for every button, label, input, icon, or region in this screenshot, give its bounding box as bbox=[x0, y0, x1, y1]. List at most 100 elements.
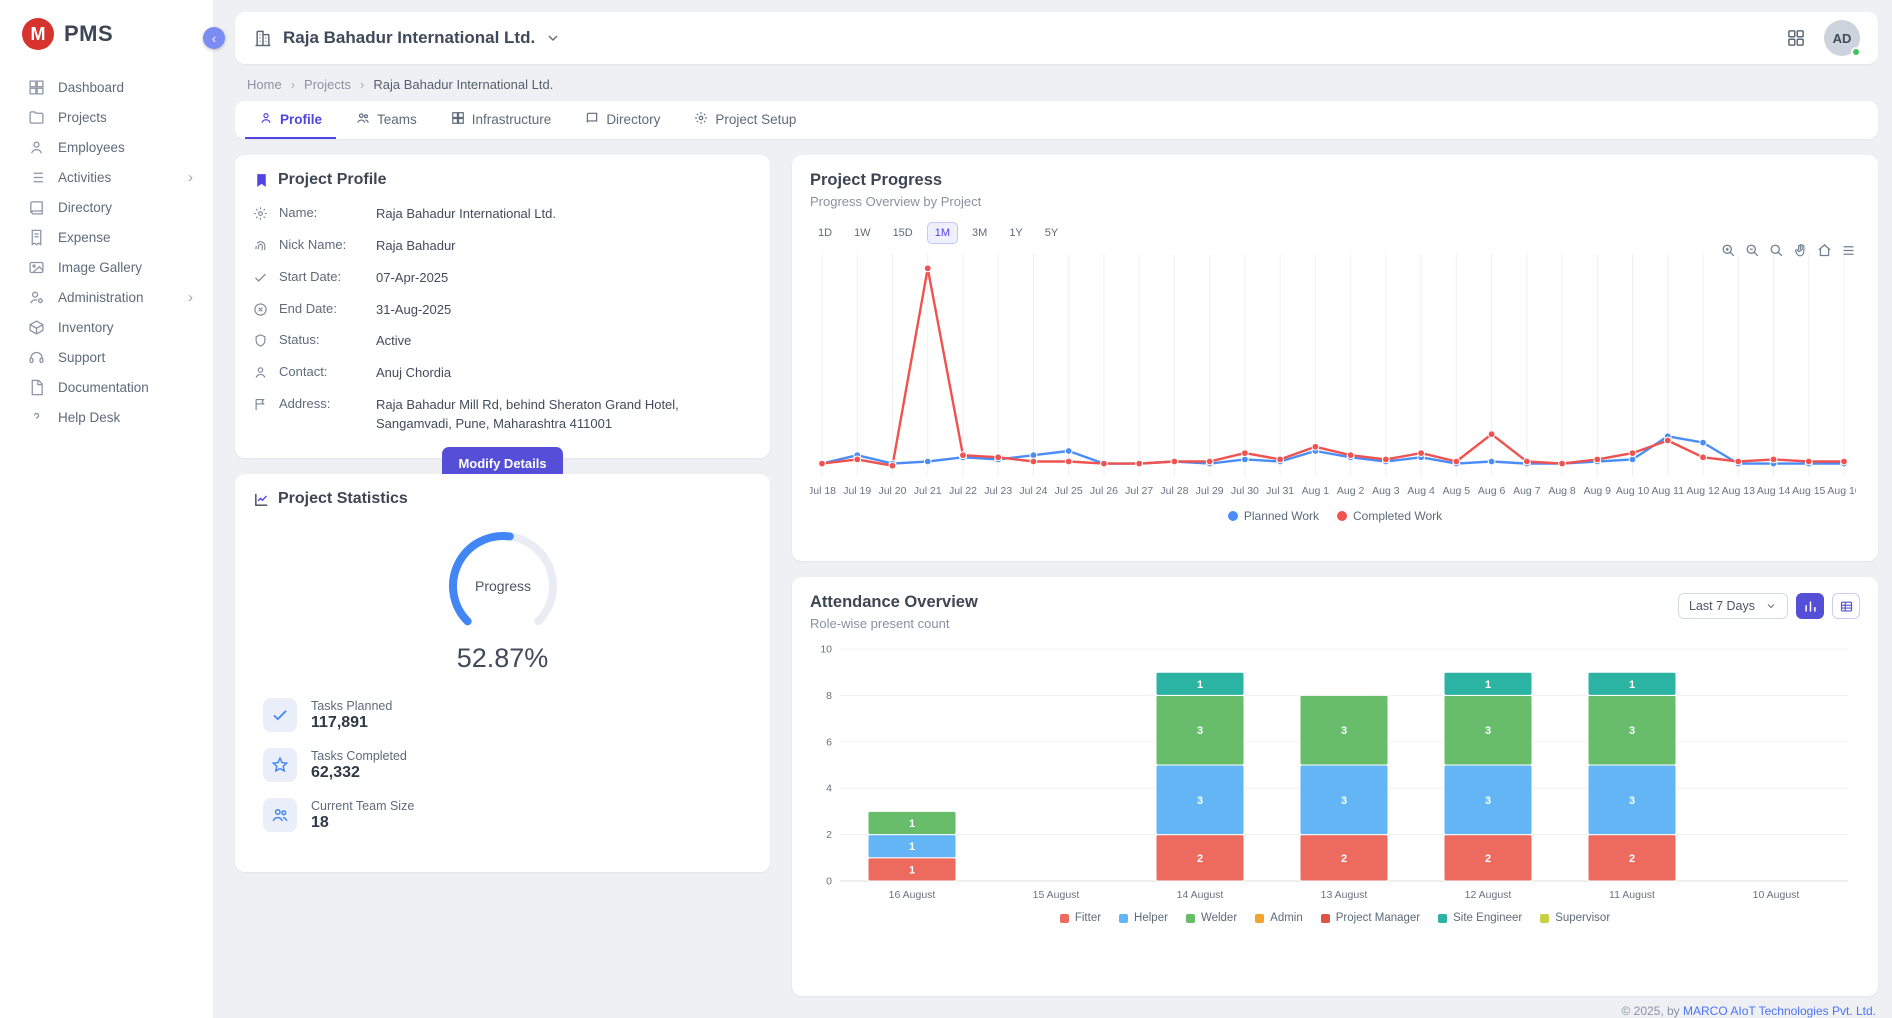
chevron-right-icon: › bbox=[291, 77, 295, 92]
stat-value: 62,332 bbox=[311, 764, 407, 782]
main-content: Raja Bahadur International Ltd. AD Home … bbox=[214, 0, 1892, 1018]
field-label: Status: bbox=[279, 332, 365, 347]
range-button-1w[interactable]: 1W bbox=[846, 222, 879, 244]
progress-chart[interactable]: Jul 18Jul 19Jul 20Jul 21Jul 22Jul 23Jul … bbox=[810, 248, 1860, 505]
date-range-select[interactable]: Last 7 Days bbox=[1678, 593, 1788, 619]
stat-value: 117,891 bbox=[311, 714, 392, 732]
sidebar-item-support[interactable]: Support bbox=[0, 342, 213, 372]
svg-text:Jul 23: Jul 23 bbox=[984, 485, 1012, 497]
legend-item[interactable]: Planned Work bbox=[1228, 509, 1319, 523]
sidebar-item-projects[interactable]: Projects bbox=[0, 102, 213, 132]
avatar-initials: AD bbox=[1833, 31, 1852, 46]
svg-text:3: 3 bbox=[1485, 725, 1491, 737]
sidebar-item-documentation[interactable]: Documentation bbox=[0, 372, 213, 402]
range-button-1y[interactable]: 1Y bbox=[1001, 222, 1030, 244]
range-button-5y[interactable]: 5Y bbox=[1037, 222, 1066, 244]
sidebar-item-expense[interactable]: Expense bbox=[0, 222, 213, 252]
sidebar-item-directory[interactable]: Directory bbox=[0, 192, 213, 222]
help-icon bbox=[28, 409, 45, 426]
zoom-in-icon[interactable] bbox=[1721, 243, 1736, 258]
company-selector[interactable]: Raja Bahadur International Ltd. bbox=[253, 28, 561, 48]
svg-text:2: 2 bbox=[1341, 853, 1347, 865]
legend-item[interactable]: Welder bbox=[1186, 912, 1237, 924]
profile-tab-icon bbox=[259, 111, 273, 128]
stat-label: Tasks Completed bbox=[311, 749, 407, 763]
svg-text:1: 1 bbox=[909, 864, 915, 876]
legend-item[interactable]: Helper bbox=[1119, 912, 1168, 924]
svg-text:Aug 16: Aug 16 bbox=[1827, 485, 1856, 497]
fingerprint-icon bbox=[253, 238, 268, 253]
range-button-15d[interactable]: 15D bbox=[885, 222, 921, 244]
legend-item[interactable]: Project Manager bbox=[1321, 912, 1420, 924]
pan-icon[interactable] bbox=[1793, 243, 1808, 258]
infrastructure-tab-icon bbox=[451, 111, 465, 128]
sidebar-item-inventory[interactable]: Inventory bbox=[0, 312, 213, 342]
range-button-1m[interactable]: 1M bbox=[927, 222, 958, 244]
card-title: Project Progress bbox=[810, 171, 1860, 190]
stat-value: 18 bbox=[311, 814, 414, 832]
table-view-button[interactable] bbox=[1832, 593, 1860, 619]
logo[interactable]: M PMS bbox=[0, 0, 213, 64]
svg-text:1: 1 bbox=[1485, 679, 1491, 691]
sidebar-item-label: Support bbox=[58, 350, 105, 365]
selection-zoom-icon[interactable] bbox=[1769, 243, 1784, 258]
sidebar-item-activities[interactable]: Activities › bbox=[0, 162, 213, 192]
field-name: Name: Raja Bahadur International Ltd. bbox=[253, 205, 752, 224]
sidebar-item-help-desk[interactable]: Help Desk bbox=[0, 402, 213, 432]
zoom-out-icon[interactable] bbox=[1745, 243, 1760, 258]
project-progress-card: Project Progress Progress Overview by Pr… bbox=[792, 155, 1878, 561]
svg-text:2: 2 bbox=[1197, 853, 1203, 865]
project-profile-card: Project Profile Name: Raja Bahadur Inter… bbox=[235, 155, 770, 458]
apps-grid-icon[interactable] bbox=[1786, 28, 1806, 48]
document-icon bbox=[28, 379, 45, 396]
legend-item[interactable]: Completed Work bbox=[1337, 509, 1442, 523]
svg-text:10 August: 10 August bbox=[1753, 889, 1800, 901]
svg-text:Aug 4: Aug 4 bbox=[1407, 485, 1435, 497]
sidebar-collapse-button[interactable]: ‹ bbox=[203, 27, 225, 49]
sidebar-item-employees[interactable]: Employees bbox=[0, 132, 213, 162]
headset-icon bbox=[28, 349, 45, 366]
sidebar-item-dashboard[interactable]: Dashboard bbox=[0, 72, 213, 102]
bookmark-icon bbox=[253, 172, 270, 189]
sidebar-item-image-gallery[interactable]: Image Gallery bbox=[0, 252, 213, 282]
home-icon[interactable] bbox=[1817, 243, 1832, 258]
sidebar-item-label: Inventory bbox=[58, 320, 114, 335]
svg-text:Aug 2: Aug 2 bbox=[1337, 485, 1365, 497]
range-button-1d[interactable]: 1D bbox=[810, 222, 840, 244]
tab-label: Project Setup bbox=[715, 112, 796, 127]
sidebar-item-label: Activities bbox=[58, 170, 111, 185]
breadcrumb-projects[interactable]: Projects bbox=[304, 77, 351, 92]
tab-directory[interactable]: Directory bbox=[571, 101, 674, 139]
range-button-3m[interactable]: 3M bbox=[964, 222, 995, 244]
sidebar-item-label: Help Desk bbox=[58, 410, 120, 425]
legend-item[interactable]: Site Engineer bbox=[1438, 912, 1522, 924]
menu-icon[interactable] bbox=[1841, 243, 1856, 258]
chart-view-button[interactable] bbox=[1796, 593, 1824, 619]
legend-item[interactable]: Supervisor bbox=[1540, 912, 1610, 924]
svg-text:Jul 22: Jul 22 bbox=[949, 485, 977, 497]
avatar[interactable]: AD bbox=[1824, 20, 1860, 56]
card-title: Attendance Overview bbox=[810, 593, 978, 612]
tab-profile[interactable]: Profile bbox=[245, 101, 336, 139]
profile-fields: Name: Raja Bahadur International Ltd. Ni… bbox=[253, 205, 752, 434]
tab-project-setup[interactable]: Project Setup bbox=[680, 101, 810, 139]
footer-company-link[interactable]: MARCO AIoT Technologies Pvt. Ltd. bbox=[1683, 1004, 1876, 1018]
field-value: 31-Aug-2025 bbox=[376, 301, 451, 320]
chevron-down-icon bbox=[1765, 600, 1777, 612]
stat-label: Tasks Planned bbox=[311, 699, 392, 713]
svg-text:Jul 30: Jul 30 bbox=[1231, 485, 1259, 497]
breadcrumb-home[interactable]: Home bbox=[247, 77, 282, 92]
attendance-chart[interactable]: 024681011116 August15 August233114 Augus… bbox=[810, 639, 1860, 910]
directory-tab-icon bbox=[585, 111, 599, 128]
people-icon bbox=[263, 798, 297, 832]
svg-text:Progress: Progress bbox=[474, 578, 530, 594]
svg-text:16 August: 16 August bbox=[889, 889, 936, 901]
person-icon bbox=[28, 139, 45, 156]
tab-infrastructure[interactable]: Infrastructure bbox=[437, 101, 566, 139]
check-icon bbox=[253, 270, 268, 285]
sidebar-item-administration[interactable]: Administration › bbox=[0, 282, 213, 312]
legend-item[interactable]: Admin bbox=[1255, 912, 1303, 924]
legend-item[interactable]: Fitter bbox=[1060, 912, 1101, 924]
tab-teams[interactable]: Teams bbox=[342, 101, 431, 139]
svg-text:4: 4 bbox=[826, 783, 832, 795]
